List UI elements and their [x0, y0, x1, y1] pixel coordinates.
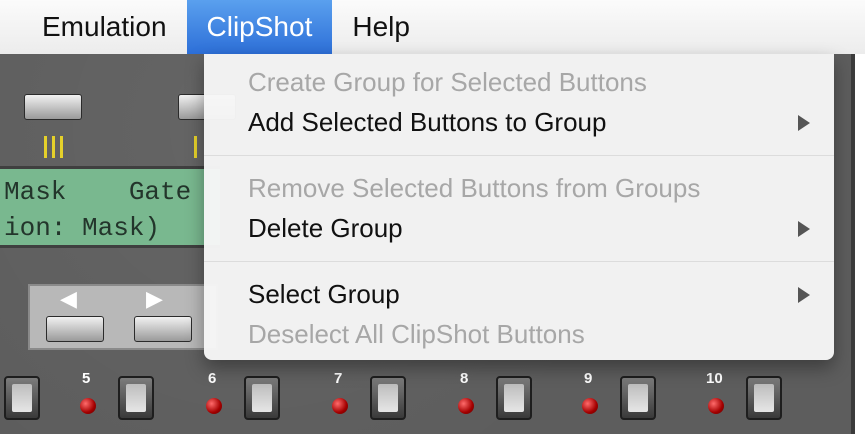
menu-separator — [204, 155, 834, 156]
menu-item-remove-from-groups: Remove Selected Buttons from Groups — [204, 168, 834, 208]
clip-number-label: 5 — [82, 370, 91, 387]
menu-item-deselect-all: Deselect All ClipShot Buttons — [204, 314, 834, 354]
clip-number-label: 9 — [584, 370, 593, 387]
led-indicator — [80, 398, 96, 414]
menu-item-label: Remove Selected Buttons from Groups — [248, 173, 701, 203]
submenu-arrow-icon — [798, 115, 810, 131]
menu-emulation[interactable]: Emulation — [22, 0, 187, 54]
clip-button-row: 5 6 7 8 9 10 — [0, 370, 855, 434]
menu-item-label: Deselect All ClipShot Buttons — [248, 319, 585, 349]
menu-bar: Emulation ClipShot Help — [0, 0, 865, 54]
clip-button[interactable] — [4, 376, 40, 420]
menu-item-label: Add Selected Buttons to Group — [248, 107, 607, 137]
clipshot-dropdown-menu: Create Group for Selected Buttons Add Se… — [204, 54, 834, 360]
lcd-display: Mask Gate ion: Mask) — [0, 166, 220, 248]
menu-item-label: Select Group — [248, 279, 400, 309]
clip-number-label: 10 — [706, 370, 723, 387]
led-indicator — [582, 398, 598, 414]
lcd-line-1: Mask Gate — [4, 177, 192, 207]
clip-button[interactable] — [496, 376, 532, 420]
clip-number-label: 7 — [334, 370, 343, 387]
menu-separator — [204, 261, 834, 262]
level-tick — [44, 136, 47, 158]
submenu-arrow-icon — [798, 287, 810, 303]
right-arrow-icon: ▶ — [146, 286, 163, 311]
fader-knob[interactable] — [24, 94, 82, 120]
menu-item-label: Delete Group — [248, 213, 403, 243]
menu-help[interactable]: Help — [332, 0, 430, 54]
clip-button[interactable] — [244, 376, 280, 420]
clip-button[interactable] — [370, 376, 406, 420]
menu-item-delete-group[interactable]: Delete Group — [204, 208, 834, 248]
previous-button[interactable] — [46, 316, 104, 342]
submenu-arrow-icon — [798, 221, 810, 237]
clip-number-label: 8 — [460, 370, 469, 387]
lcd-line-2: ion: Mask) — [4, 213, 161, 243]
level-tick — [194, 136, 197, 158]
level-tick — [52, 136, 55, 158]
led-indicator — [708, 398, 724, 414]
menu-item-add-to-group[interactable]: Add Selected Buttons to Group — [204, 102, 834, 142]
menu-clipshot[interactable]: ClipShot — [186, 0, 333, 54]
led-indicator — [332, 398, 348, 414]
menu-item-create-group: Create Group for Selected Buttons — [204, 62, 834, 102]
menu-item-label: Create Group for Selected Buttons — [248, 67, 647, 97]
clip-button[interactable] — [746, 376, 782, 420]
clip-button[interactable] — [620, 376, 656, 420]
next-button[interactable] — [134, 316, 192, 342]
clip-number-label: 6 — [208, 370, 217, 387]
led-indicator — [458, 398, 474, 414]
left-arrow-icon: ◀ — [60, 286, 77, 311]
menu-item-select-group[interactable]: Select Group — [204, 274, 834, 314]
led-indicator — [206, 398, 222, 414]
level-tick — [60, 136, 63, 158]
nav-button-group: ◀ ▶ — [28, 284, 218, 350]
clip-button[interactable] — [118, 376, 154, 420]
